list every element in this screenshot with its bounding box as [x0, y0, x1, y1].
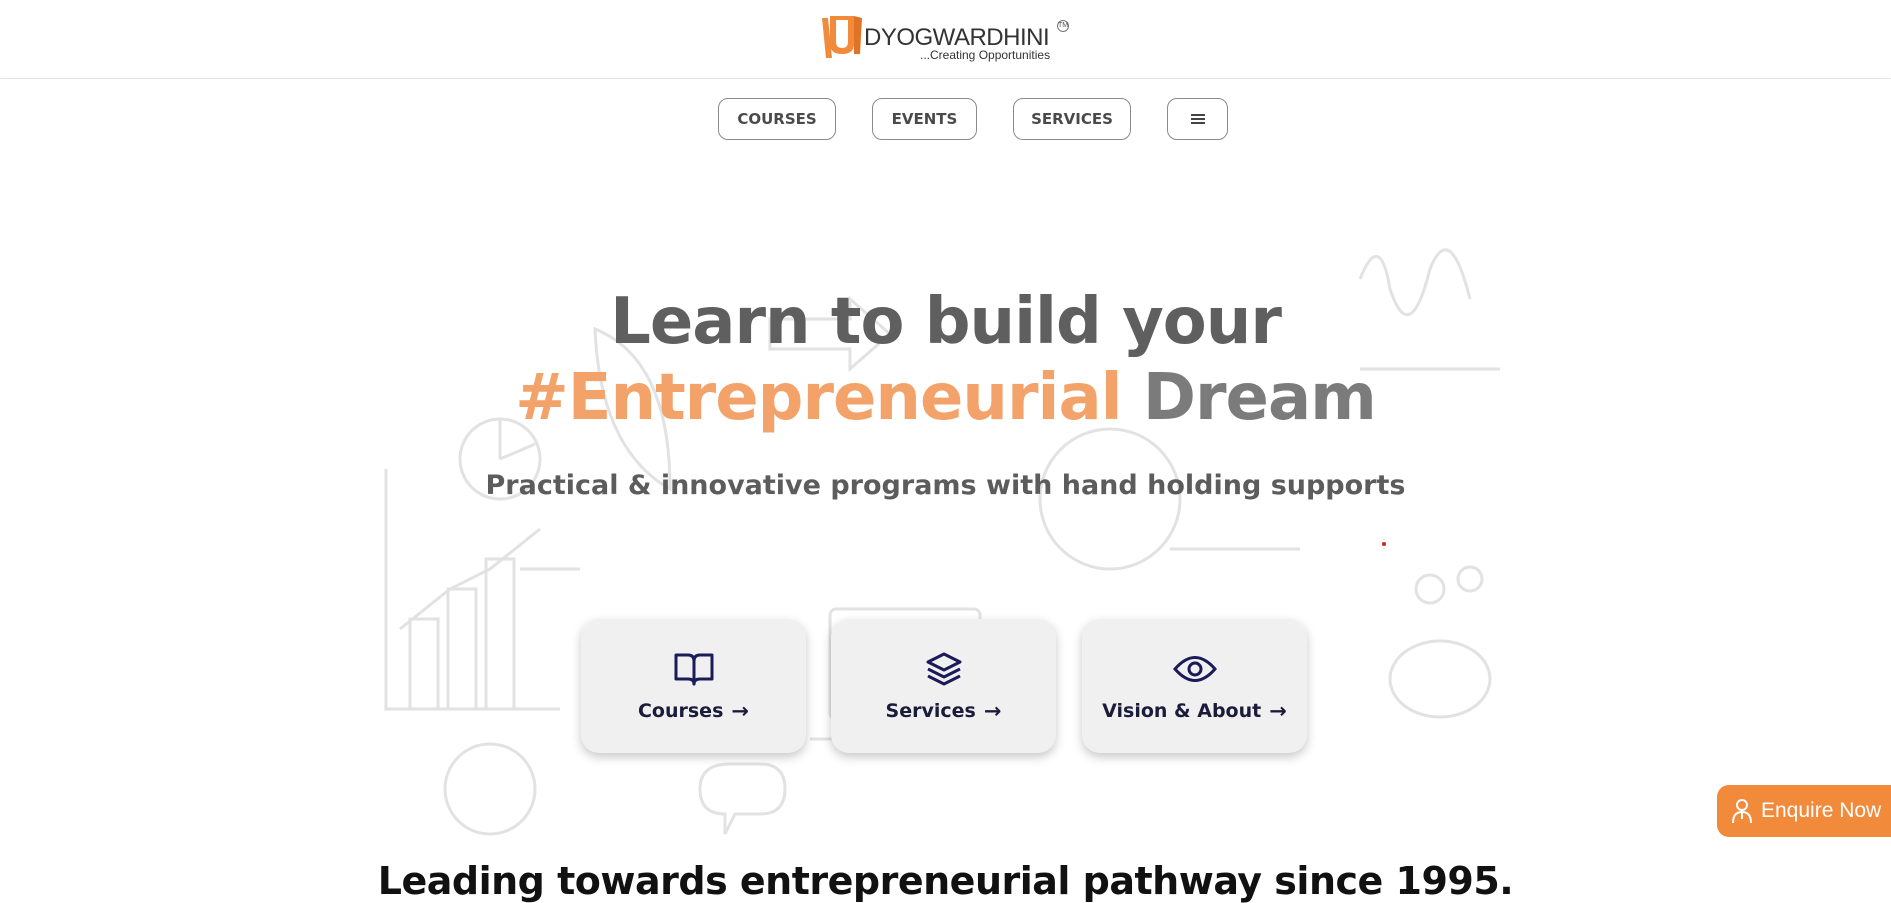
person-icon — [1731, 797, 1753, 825]
book-icon — [674, 653, 713, 686]
hero-section: Learn to build your #Entrepreneurial Dre… — [0, 159, 1891, 903]
hero-title-line1: Learn to build your — [610, 285, 1282, 359]
arrow-right-icon: → — [983, 699, 1002, 723]
eye-icon — [1172, 656, 1217, 682]
hero-subtitle: Practical & innovative programs with han… — [485, 470, 1406, 501]
nav-services-button[interactable]: SERVICES — [1013, 98, 1131, 140]
menu-toggle-button[interactable] — [1167, 98, 1228, 140]
nav-courses-button[interactable]: COURSES — [718, 98, 836, 140]
section-heading: Leading towards entrepreneurial pathway … — [377, 859, 1514, 903]
logo-mark — [822, 16, 862, 58]
trademark-badge: TM — [1057, 20, 1069, 32]
logo-tagline: ...Creating Opportunities — [920, 48, 1051, 62]
vision-about-card[interactable]: Vision & About → — [1082, 619, 1307, 753]
arrow-right-icon: → — [1269, 699, 1287, 723]
site-logo[interactable]: DYOGWARDHINI TM ...Creating Opportunitie… — [820, 14, 1070, 64]
layers-icon — [926, 652, 961, 686]
cursor-dot — [1382, 542, 1386, 546]
vision-about-card-label: Vision & About — [1102, 700, 1262, 722]
courses-card[interactable]: Courses → — [581, 619, 806, 753]
hero-title-line2: #Entrepreneurial Dream — [0, 361, 1891, 435]
courses-card-label: Courses — [637, 700, 724, 722]
arrow-right-icon: → — [731, 699, 749, 723]
logo-bar: DYOGWARDHINI TM ...Creating Opportunitie… — [0, 0, 1891, 79]
enquire-now-label: Enquire Now — [1761, 799, 1882, 822]
services-card[interactable]: Services → — [831, 619, 1056, 753]
nav-events-button[interactable]: EVENTS — [872, 98, 977, 140]
hamburger-icon — [1190, 114, 1205, 124]
main-navigation: COURSES EVENTS SERVICES — [0, 79, 1891, 159]
hero-title-rest: Dream — [1142, 361, 1377, 435]
enquire-now-button[interactable]: Enquire Now — [1717, 785, 1891, 837]
hero-title-accent: #Entrepreneurial — [515, 361, 1122, 435]
services-card-label: Services — [885, 700, 976, 722]
